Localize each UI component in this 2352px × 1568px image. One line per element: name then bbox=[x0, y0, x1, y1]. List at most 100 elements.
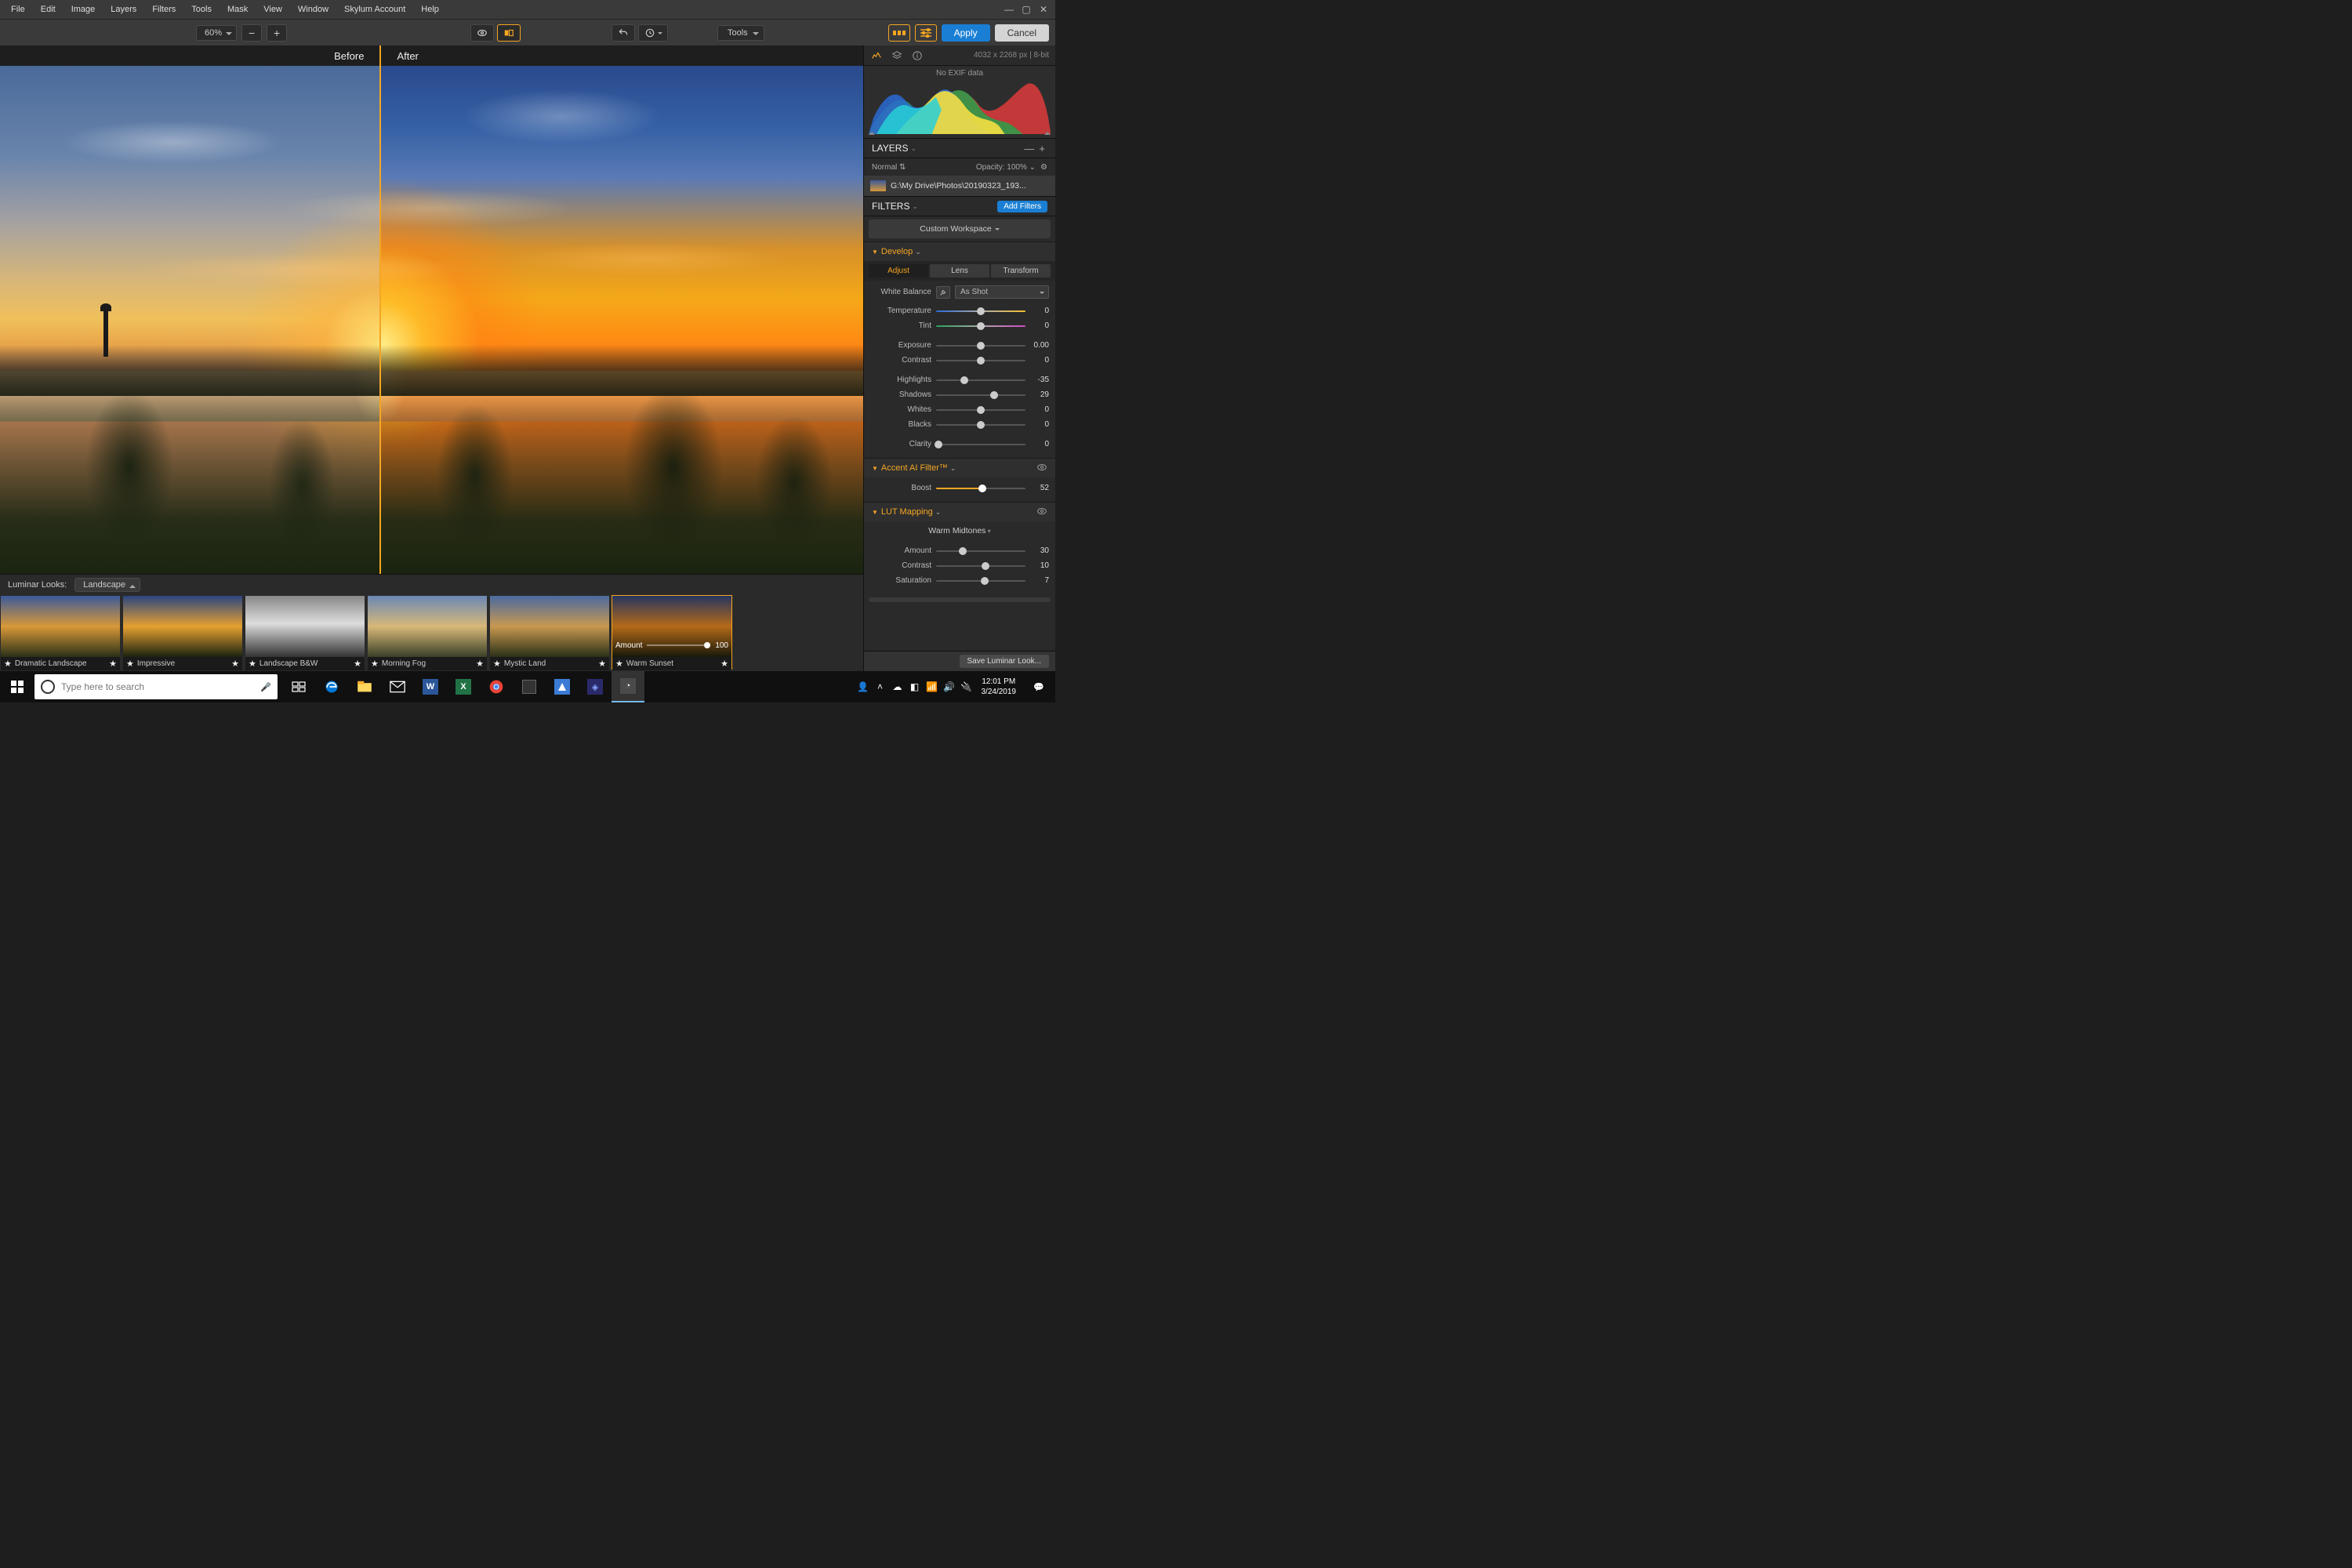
start-button[interactable] bbox=[0, 671, 34, 702]
favorite-star-icon[interactable]: ★ bbox=[371, 659, 379, 669]
info-tab-icon[interactable] bbox=[911, 49, 924, 62]
white-balance-dropdown[interactable]: As Shot bbox=[955, 285, 1049, 299]
zoom-in-button[interactable]: + bbox=[267, 24, 287, 42]
histogram-highlight-clip-icon[interactable] bbox=[1044, 129, 1051, 135]
look-mystic-land[interactable]: ★ Mystic Land ★ bbox=[489, 595, 610, 670]
taskbar-explorer-icon[interactable] bbox=[348, 671, 381, 702]
histogram[interactable]: No EXIF data bbox=[864, 66, 1055, 138]
develop-tab-adjust[interactable]: Adjust bbox=[869, 264, 928, 278]
lut-contrast-slider[interactable] bbox=[936, 565, 1025, 567]
history-dropdown-icon[interactable] bbox=[638, 24, 668, 42]
taskbar-mail-icon[interactable] bbox=[381, 671, 414, 702]
tray-people-icon[interactable]: 👤 bbox=[855, 681, 872, 692]
lut-saturation-slider[interactable] bbox=[936, 580, 1025, 582]
layers-section-title[interactable]: LAYERS bbox=[872, 143, 908, 154]
preview-toggle-icon[interactable] bbox=[470, 24, 494, 42]
taskbar-clock[interactable]: 12:01 PM3/24/2019 bbox=[975, 677, 1023, 697]
menu-help[interactable]: Help bbox=[413, 2, 447, 16]
window-close-icon[interactable]: ✕ bbox=[1035, 4, 1052, 15]
zoom-level-dropdown[interactable]: 60% bbox=[196, 25, 237, 41]
look-impressive[interactable]: ★ Impressive ★ bbox=[122, 595, 243, 670]
look-warm-sunset[interactable]: Amount100 ★ Warm Sunset ★ bbox=[612, 595, 732, 670]
menu-view[interactable]: View bbox=[256, 2, 290, 16]
filters-section-title[interactable]: FILTERS bbox=[872, 201, 909, 212]
exposure-slider[interactable] bbox=[936, 345, 1025, 347]
window-restore-icon[interactable]: ▢ bbox=[1018, 4, 1035, 15]
tray-network-icon[interactable]: 📶 bbox=[924, 681, 941, 692]
develop-tab-transform[interactable]: Transform bbox=[991, 264, 1051, 278]
looks-category-dropdown[interactable]: Landscape bbox=[74, 578, 140, 592]
taskbar-app3-icon[interactable]: ◈ bbox=[579, 671, 612, 702]
menu-edit[interactable]: Edit bbox=[33, 2, 64, 16]
favorite-star-icon[interactable]: ★ bbox=[476, 659, 484, 669]
blacks-slider[interactable] bbox=[936, 424, 1025, 426]
look-morning-fog[interactable]: ★ Morning Fog ★ bbox=[367, 595, 488, 670]
menu-file[interactable]: File bbox=[3, 2, 33, 16]
white-balance-picker-icon[interactable] bbox=[936, 286, 950, 299]
compare-splitter[interactable] bbox=[379, 66, 381, 574]
task-view-icon[interactable] bbox=[282, 671, 315, 702]
temperature-slider[interactable] bbox=[936, 310, 1025, 312]
tray-power-icon[interactable]: 🔌 bbox=[958, 681, 975, 692]
taskbar-edge-icon[interactable] bbox=[315, 671, 348, 702]
develop-tab-lens[interactable]: Lens bbox=[930, 264, 989, 278]
opacity-label[interactable]: Opacity: 100% ⌄ bbox=[976, 163, 1036, 172]
favorite-star-icon[interactable]: ★ bbox=[109, 659, 117, 669]
zoom-out-button[interactable]: − bbox=[241, 24, 262, 42]
tools-dropdown[interactable]: Tools bbox=[717, 25, 764, 41]
window-minimize-icon[interactable]: — bbox=[1000, 4, 1018, 15]
look-landscape-b-w[interactable]: ★ Landscape B&W ★ bbox=[245, 595, 365, 670]
favorite-star-icon[interactable]: ★ bbox=[4, 659, 12, 669]
panel-toggle-icon[interactable] bbox=[915, 24, 937, 42]
menu-mask[interactable]: Mask bbox=[220, 2, 256, 16]
taskbar-search[interactable]: Type here to search 🎤 bbox=[34, 674, 278, 699]
highlights-slider[interactable] bbox=[936, 379, 1025, 381]
tray-overflow-icon[interactable]: ˄ bbox=[872, 681, 889, 692]
histogram-shadow-clip-icon[interactable] bbox=[869, 129, 875, 135]
favorite-star-icon[interactable]: ★ bbox=[126, 659, 134, 669]
image-canvas[interactable] bbox=[0, 66, 863, 574]
filmstrip-toggle-icon[interactable] bbox=[888, 24, 910, 42]
taskbar-excel-icon[interactable]: X bbox=[447, 671, 480, 702]
taskbar-luminar-icon[interactable]: ◔ bbox=[612, 671, 644, 702]
add-filters-button[interactable]: Add Filters bbox=[997, 201, 1047, 212]
layer-add-icon[interactable]: + bbox=[1036, 143, 1047, 154]
lut-mapping-header[interactable]: ▼LUT Mapping⌄ bbox=[864, 503, 1055, 521]
microphone-icon[interactable]: 🎤 bbox=[260, 682, 271, 692]
boost-slider[interactable] bbox=[936, 488, 1025, 489]
menu-window[interactable]: Window bbox=[290, 2, 336, 16]
accent-ai-header[interactable]: ▼Accent AI Filter™⌄ bbox=[864, 459, 1055, 477]
favorite-star-icon[interactable]: ★ bbox=[231, 659, 239, 669]
favorite-star-icon[interactable]: ★ bbox=[720, 659, 728, 669]
lut-preset-dropdown[interactable]: Warm Midtones bbox=[928, 526, 990, 535]
menu-image[interactable]: Image bbox=[64, 2, 103, 16]
lut-visibility-icon[interactable] bbox=[1036, 506, 1047, 519]
develop-header[interactable]: ▼Develop⌄ bbox=[864, 242, 1055, 261]
favorite-star-icon[interactable]: ★ bbox=[249, 659, 256, 669]
tray-onedrive-icon[interactable]: ☁ bbox=[889, 681, 906, 692]
contrast-slider[interactable] bbox=[936, 360, 1025, 361]
menu-tools[interactable]: Tools bbox=[183, 2, 220, 16]
menu-layers[interactable]: Layers bbox=[103, 2, 144, 16]
cancel-button[interactable]: Cancel bbox=[995, 24, 1049, 42]
layer-settings-icon[interactable]: ⚙ bbox=[1040, 163, 1047, 172]
taskbar-app2-icon[interactable] bbox=[546, 671, 579, 702]
apply-button[interactable]: Apply bbox=[942, 24, 990, 42]
tray-volume-icon[interactable]: 🔊 bbox=[941, 681, 958, 692]
compare-split-icon[interactable] bbox=[497, 24, 521, 42]
favorite-star-icon[interactable]: ★ bbox=[493, 659, 501, 669]
taskbar-word-icon[interactable]: W bbox=[414, 671, 447, 702]
favorite-star-icon[interactable]: ★ bbox=[354, 659, 361, 669]
histogram-tab-icon[interactable] bbox=[870, 49, 883, 62]
save-look-button[interactable]: Save Luminar Look... bbox=[960, 655, 1050, 668]
accent-visibility-icon[interactable] bbox=[1036, 462, 1047, 475]
whites-slider[interactable] bbox=[936, 409, 1025, 411]
clarity-slider[interactable] bbox=[936, 444, 1025, 445]
tray-app-icon[interactable]: ◧ bbox=[906, 681, 924, 692]
workspace-dropdown[interactable]: Custom Workspace bbox=[869, 220, 1051, 238]
lut-amount-slider[interactable] bbox=[936, 550, 1025, 552]
layers-tab-icon[interactable] bbox=[891, 49, 903, 62]
look-dramatic-landscape[interactable]: ★ Dramatic Landscape ★ bbox=[0, 595, 121, 670]
taskbar-chrome-icon[interactable] bbox=[480, 671, 513, 702]
tint-slider[interactable] bbox=[936, 325, 1025, 327]
